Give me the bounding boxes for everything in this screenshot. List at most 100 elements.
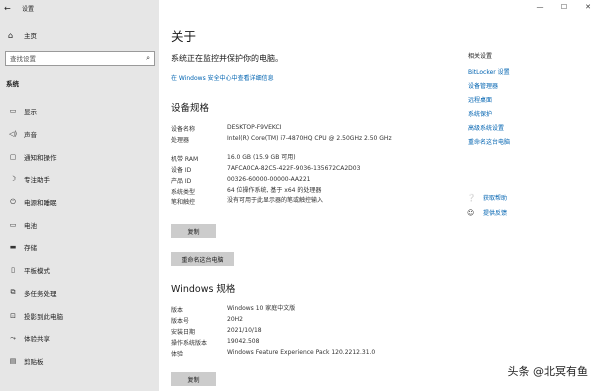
spec-key: 处理器 bbox=[171, 136, 190, 144]
table-row: 产品 ID 00326-60000-00000-AA221 bbox=[171, 176, 441, 187]
advanced-system-settings-link[interactable]: 高级系统设置 bbox=[468, 122, 588, 136]
feedback-label: 提供反馈 bbox=[483, 210, 508, 217]
sidebar-item-tablet[interactable]: ▯ 平板模式 bbox=[0, 259, 159, 282]
table-row: 版本 Windows 10 家庭中文版 bbox=[171, 305, 441, 316]
battery-icon: ▭ bbox=[9, 220, 17, 229]
sidebar-item-projecting[interactable]: ⊡ 投影到此电脑 bbox=[0, 304, 159, 327]
table-row: 机带 RAM 16.0 GB (15.9 GB 可用) bbox=[171, 154, 441, 165]
sidebar-item-clipboard[interactable]: ▤ 剪贴板 bbox=[0, 350, 159, 373]
search-box[interactable]: ⌕ bbox=[5, 51, 155, 66]
notification-icon: ▢ bbox=[9, 152, 17, 161]
bitlocker-settings-link[interactable]: BitLocker 设置 bbox=[468, 66, 588, 80]
search-input[interactable] bbox=[10, 54, 130, 63]
windows-specs-heading: Windows 规格 bbox=[171, 284, 236, 295]
table-row: 系统类型 64 位操作系统, 基于 x64 的处理器 bbox=[171, 187, 441, 198]
sidebar-item-label: 平板模式 bbox=[24, 267, 50, 276]
table-row: 设备名称 DESKTOP-F9VEKCI bbox=[171, 124, 441, 135]
sidebar-item-label: 多任务处理 bbox=[24, 289, 57, 298]
spec-key: 体验 bbox=[171, 350, 184, 358]
table-row: 笔和触控 没有可用于此显示器的笔或触控输入 bbox=[171, 197, 441, 208]
share-icon: ⤳ bbox=[10, 333, 16, 342]
spec-value: 00326-60000-00000-AA221 bbox=[227, 175, 311, 183]
device-manager-link[interactable]: 设备管理器 bbox=[468, 80, 588, 94]
minimize-icon[interactable]: — bbox=[528, 1, 552, 13]
page-title: 关于 bbox=[171, 29, 197, 44]
copy-windows-specs-button[interactable]: 复制 bbox=[171, 372, 216, 386]
spec-key: 设备 ID bbox=[171, 166, 192, 174]
sidebar-item-label: 体验共享 bbox=[24, 335, 50, 344]
maximize-icon[interactable]: ☐ bbox=[552, 1, 576, 13]
device-specs-heading: 设备规格 bbox=[171, 103, 210, 114]
related-settings-title: 相关设置 bbox=[468, 53, 493, 60]
spec-key: 产品 ID bbox=[171, 177, 192, 185]
tablet-icon: ▯ bbox=[11, 266, 15, 275]
speaker-icon: ◁) bbox=[8, 130, 18, 139]
spec-value: Windows Feature Experience Pack 120.2212… bbox=[227, 348, 376, 356]
sidebar-home-label: 主页 bbox=[24, 32, 37, 40]
rename-pc-button[interactable]: 重命名这台电脑 bbox=[171, 252, 234, 266]
home-icon: ⌂ bbox=[8, 30, 14, 40]
spec-value: 没有可用于此显示器的笔或触控输入 bbox=[227, 197, 324, 205]
sidebar-item-sound[interactable]: ◁) 声音 bbox=[0, 123, 159, 146]
sidebar-item-label: 声音 bbox=[24, 131, 37, 140]
sidebar-item-label: 电源和睡眠 bbox=[24, 199, 57, 208]
spec-value: Windows 10 家庭中文版 bbox=[227, 305, 296, 312]
related-settings: 相关设置 BitLocker 设置 设备管理器 远程桌面 系统保护 高级系统设置… bbox=[468, 51, 588, 150]
sidebar-item-notifications[interactable]: ▢ 通知和操作 bbox=[0, 145, 159, 168]
spec-value: DESKTOP-F9VEKCI bbox=[227, 124, 282, 131]
sidebar-home[interactable]: ⌂ 主页 bbox=[8, 29, 37, 41]
sidebar-item-display[interactable]: ▭ 显示 bbox=[0, 100, 159, 123]
table-row: 安装日期 2021/10/18 bbox=[171, 327, 441, 338]
sidebar-item-shared-experiences[interactable]: ⤳ 体验共享 bbox=[0, 327, 159, 350]
sidebar-item-label: 电池 bbox=[24, 221, 37, 230]
back-arrow-icon[interactable]: ← bbox=[4, 4, 16, 13]
remote-desktop-link[interactable]: 远程桌面 bbox=[468, 94, 588, 108]
sidebar-item-focus-assist[interactable]: ☽ 专注助手 bbox=[0, 168, 159, 191]
multitask-icon: ⧉ bbox=[10, 288, 16, 297]
search-icon[interactable]: ⌕ bbox=[146, 54, 150, 63]
clipboard-icon: ▤ bbox=[9, 356, 17, 365]
projector-icon: ⊡ bbox=[10, 311, 16, 320]
moon-icon: ☽ bbox=[9, 175, 17, 184]
feedback-icon: ☺ bbox=[467, 208, 475, 217]
spec-key: 机带 RAM bbox=[171, 155, 199, 163]
spec-key: 系统类型 bbox=[171, 188, 196, 196]
windows-specs-table: 版本 Windows 10 家庭中文版 版本号 20H2 安装日期 2021/10/1… bbox=[171, 305, 441, 359]
spec-value: 7AFCA0CA-82C5-422F-9036-135672CA2D03 bbox=[227, 164, 361, 172]
spec-key: 版本号 bbox=[171, 317, 190, 325]
section-label: 系统 bbox=[6, 80, 19, 88]
spec-key: 版本 bbox=[171, 307, 184, 314]
spec-value: 64 位操作系统, 基于 x64 的处理器 bbox=[227, 186, 322, 194]
close-icon[interactable]: ✕ bbox=[576, 1, 600, 13]
monitor-icon: ▭ bbox=[9, 107, 17, 116]
get-help-link[interactable]: ❔ 获取帮助 bbox=[467, 193, 507, 203]
sidebar-item-power[interactable]: ⏻ 电源和睡眠 bbox=[0, 191, 159, 214]
windows-security-link[interactable]: 在 Windows 安全中心中查看详细信息 bbox=[171, 73, 274, 82]
feedback-link[interactable]: ☺ 提供反馈 bbox=[467, 208, 508, 218]
spec-key: 笔和触控 bbox=[171, 199, 196, 207]
power-icon: ⏻ bbox=[10, 197, 16, 206]
system-protection-link[interactable]: 系统保护 bbox=[468, 108, 588, 122]
table-row: 处理器 Intel(R) Core(TM) i7-4870HQ CPU @ 2.5… bbox=[171, 135, 441, 154]
sidebar-item-label: 通知和操作 bbox=[24, 153, 57, 162]
spec-value: 19042.508 bbox=[227, 337, 260, 345]
copy-device-specs-button[interactable]: 复制 bbox=[171, 224, 216, 238]
device-specs-table: 设备名称 DESKTOP-F9VEKCI 处理器 Intel(R) Core(TM)… bbox=[171, 124, 441, 208]
sidebar-item-multitasking[interactable]: ⧉ 多任务处理 bbox=[0, 282, 159, 305]
help-icon: ❔ bbox=[467, 193, 476, 202]
sidebar-item-storage[interactable]: ▬ 存储 bbox=[0, 236, 159, 259]
spec-value: 2021/10/18 bbox=[227, 326, 262, 334]
table-row: 设备 ID 7AFCA0CA-82C5-422F-9036-135672CA2D0… bbox=[171, 165, 441, 176]
sidebar-item-battery[interactable]: ▭ 电池 bbox=[0, 213, 159, 236]
sidebar: ← 设置 ⌂ 主页 ⌕ 系统 ▭ 显示 ◁) 声音 ▢ 通知和操作 ☽ 专注助手 ⏻ 电源… bbox=[0, 0, 159, 391]
watermark: 头条 @北冥有鱼 bbox=[507, 365, 589, 378]
sidebar-item-label: 专注助手 bbox=[24, 176, 50, 185]
sidebar-item-label: 剪贴板 bbox=[24, 357, 44, 366]
spec-key: 操作系统版本 bbox=[171, 339, 208, 347]
spec-value: 16.0 GB (15.9 GB 可用) bbox=[227, 153, 296, 161]
rename-pc-link[interactable]: 重命名这台电脑 bbox=[468, 136, 588, 150]
sidebar-nav: ▭ 显示 ◁) 声音 ▢ 通知和操作 ☽ 专注助手 ⏻ 电源和睡眠 ▭ 电池 ▬ 存储 ▯ 平板… bbox=[0, 100, 159, 372]
spec-key: 设备名称 bbox=[171, 126, 196, 133]
table-row: 体验 Windows Feature Experience Pack 120.22… bbox=[171, 349, 441, 360]
protection-status: 系统正在监控并保护你的电脑。 bbox=[171, 54, 283, 63]
